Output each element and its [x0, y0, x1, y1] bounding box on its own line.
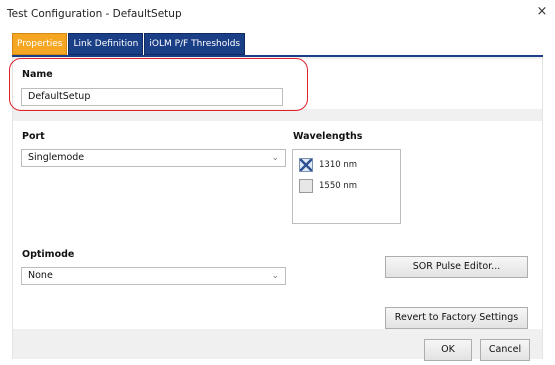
wavelength-1550-option[interactable]: 1550 nm	[299, 178, 357, 194]
name-input[interactable]: DefaultSetup	[21, 88, 283, 106]
sor-pulse-editor-button[interactable]: SOR Pulse Editor...	[385, 256, 528, 278]
tab-strip: Properties Link Definition iOLM P/F Thre…	[12, 33, 246, 55]
checkbox-empty-icon[interactable]	[299, 179, 313, 193]
tab-link-definition[interactable]: Link Definition	[68, 33, 144, 55]
port-selected-value: Singlemode	[28, 152, 85, 163]
chevron-down-icon: ⌄	[271, 153, 279, 163]
port-wavelength-section: Port Singlemode ⌄ Wavelengths 1310 nm 15…	[13, 121, 542, 241]
wavelengths-label: Wavelengths	[293, 131, 363, 142]
title-bar: Test Configuration - DefaultSetup ×	[0, 0, 555, 28]
port-dropdown[interactable]: Singlemode ⌄	[21, 149, 286, 167]
ok-button[interactable]: OK	[424, 339, 472, 361]
properties-panel: Name DefaultSetup Port Singlemode ⌄ Wave…	[12, 57, 543, 361]
chevron-down-icon: ⌄	[271, 271, 279, 281]
revert-to-factory-settings-button[interactable]: Revert to Factory Settings	[385, 307, 528, 329]
test-configuration-dialog: Test Configuration - DefaultSetup × Prop…	[0, 0, 555, 365]
close-icon[interactable]: ×	[533, 3, 551, 21]
wavelengths-list: 1310 nm 1550 nm	[292, 149, 401, 224]
tab-iolm-pf-thresholds[interactable]: iOLM P/F Thresholds	[144, 33, 246, 55]
cancel-button[interactable]: Cancel	[480, 339, 530, 361]
name-label: Name	[22, 69, 53, 80]
tab-properties[interactable]: Properties	[12, 33, 68, 55]
optimode-dropdown[interactable]: None ⌄	[21, 267, 286, 285]
wavelength-1310-option[interactable]: 1310 nm	[299, 157, 357, 173]
wavelength-1550-label: 1550 nm	[319, 181, 358, 191]
optimode-selected-value: None	[28, 270, 53, 281]
name-section: Name DefaultSetup	[13, 59, 542, 109]
window-title: Test Configuration - DefaultSetup	[7, 8, 182, 20]
wavelength-1310-label: 1310 nm	[319, 160, 358, 170]
x-check-icon[interactable]	[299, 158, 313, 172]
optimode-label: Optimode	[22, 249, 75, 260]
port-label: Port	[22, 131, 45, 142]
